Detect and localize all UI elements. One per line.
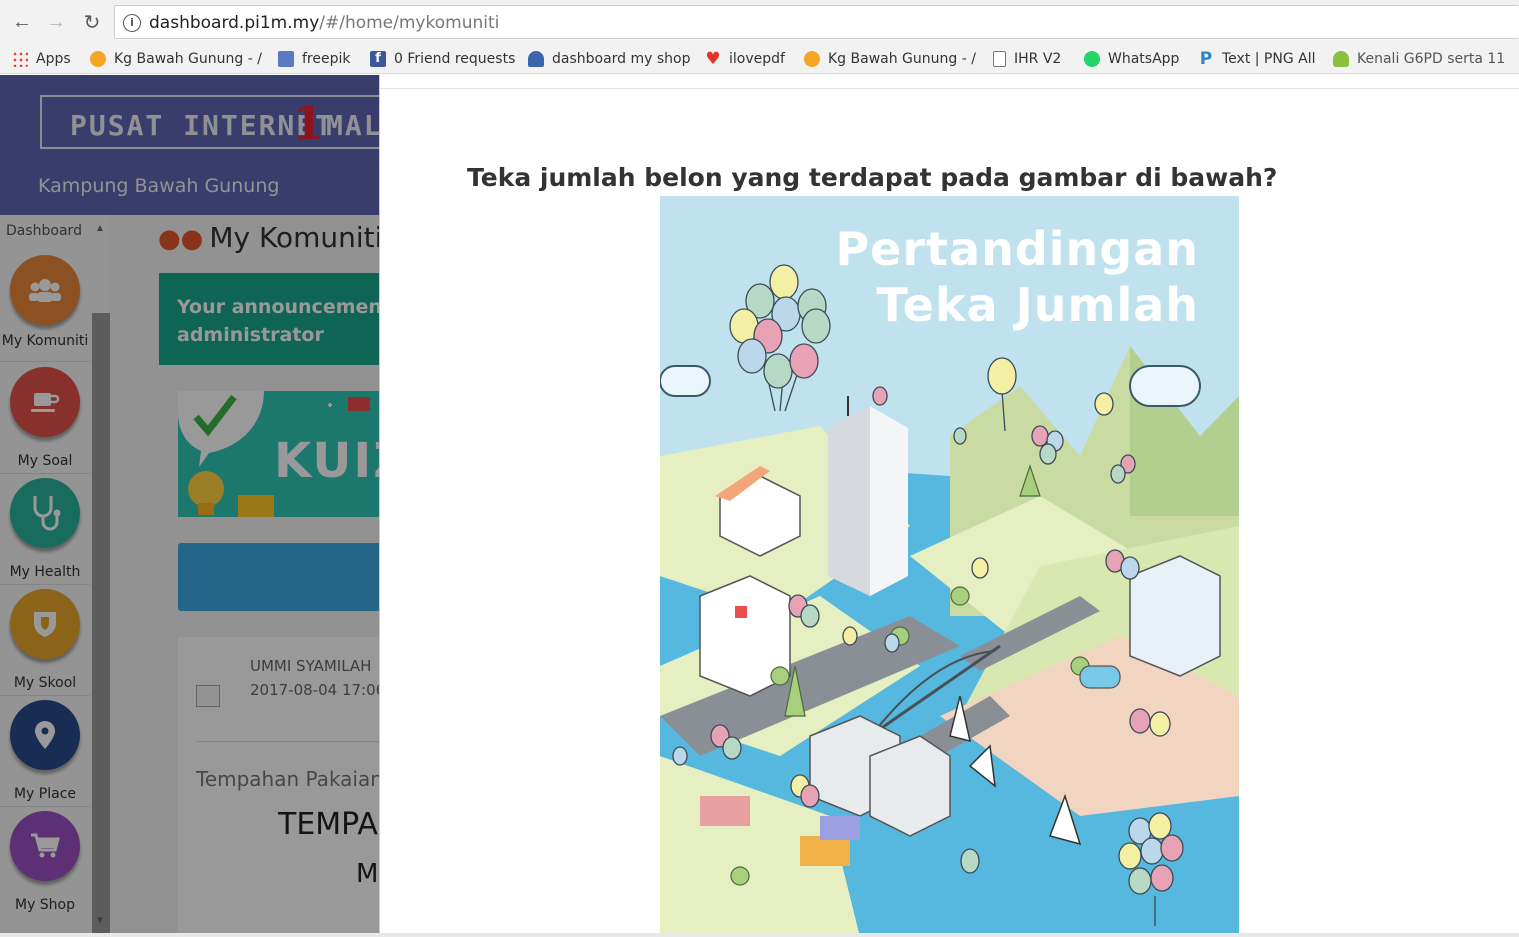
bookmark-label: Text | PNG All xyxy=(1222,51,1316,67)
android-icon xyxy=(1333,51,1349,67)
bookmark-whatsapp[interactable]: WhatsApp xyxy=(1084,49,1179,69)
modal-backdrop[interactable] xyxy=(0,75,380,937)
bookmark-kg-bawah-gunung-2[interactable]: Kg Bawah Gunung - / xyxy=(804,49,976,69)
heart-icon: ♥ xyxy=(705,49,721,69)
apps-grid-icon xyxy=(12,51,28,67)
address-bar[interactable]: i dashboard.pi1m.my/#/home/mykomuniti xyxy=(114,5,1519,39)
browser-toolbar: ← → ↻ i dashboard.pi1m.my/#/home/mykomun… xyxy=(0,0,1519,44)
divider xyxy=(380,88,1519,89)
bookmark-label: 0 Friend requests xyxy=(394,51,516,67)
bookmark-text-png-all[interactable]: P Text | PNG All xyxy=(1198,49,1316,69)
window-bottom-edge xyxy=(0,933,1519,937)
forward-arrow-icon[interactable]: → xyxy=(44,10,68,34)
whatsapp-icon xyxy=(1084,51,1100,67)
bookmark-label: Kenali G6PD serta 11 xyxy=(1357,51,1506,67)
bookmark-kg-bawah-gunung[interactable]: Kg Bawah Gunung - / xyxy=(90,49,262,69)
poster-title-line-1: Pertandingan xyxy=(835,222,1199,276)
bookmark-apps[interactable]: Apps xyxy=(12,49,71,69)
quiz-modal: Teka jumlah belon yang terdapat pada gam… xyxy=(379,75,1519,937)
poster-title-line-2: Teka Jumlah xyxy=(876,278,1199,332)
bookmark-ihr-v2[interactable]: IHR V2 xyxy=(993,49,1061,69)
bookmark-facebook[interactable]: f 0 Friend requests xyxy=(370,49,515,69)
joomla-icon xyxy=(804,51,820,67)
bookmark-label: IHR V2 xyxy=(1014,51,1062,67)
bookmark-freepik[interactable]: freepik xyxy=(278,49,351,69)
bookmark-label: ilovepdf xyxy=(729,51,785,67)
bookmark-label: dashboard my shop xyxy=(552,51,691,67)
bookmark-kenali-g6pd[interactable]: Kenali G6PD serta 11 xyxy=(1333,49,1505,69)
bookmark-label: WhatsApp xyxy=(1108,51,1180,67)
reload-icon[interactable]: ↻ xyxy=(80,10,104,34)
bookmark-label: Kg Bawah Gunung - / xyxy=(828,51,976,67)
bookmarks-bar: Apps Kg Bawah Gunung - / freepik f 0 Fri… xyxy=(0,44,1519,74)
bookmark-dashboard-my-shop[interactable]: dashboard my shop xyxy=(528,49,691,69)
p-logo-icon: P xyxy=(1199,49,1213,69)
bookmark-ilovepdf[interactable]: ♥ ilovepdf xyxy=(705,49,785,69)
bookmark-label: Kg Bawah Gunung - / xyxy=(114,51,262,67)
url-text[interactable]: dashboard.pi1m.my/#/home/mykomuniti xyxy=(149,13,499,33)
page-icon xyxy=(993,51,1006,67)
site-info-icon[interactable]: i xyxy=(123,14,141,32)
freepik-icon xyxy=(278,51,294,67)
quiz-question: Teka jumlah belon yang terdapat pada gam… xyxy=(467,163,1278,192)
bookmark-label: freepik xyxy=(302,51,351,67)
bookmark-label: Apps xyxy=(36,51,71,67)
joomla-icon xyxy=(90,51,106,67)
back-arrow-icon[interactable]: ← xyxy=(10,10,34,34)
shop-icon xyxy=(528,51,544,67)
balloon-count-poster: Pertandingan Teka Jumlah xyxy=(660,196,1239,937)
facebook-icon: f xyxy=(370,51,386,67)
